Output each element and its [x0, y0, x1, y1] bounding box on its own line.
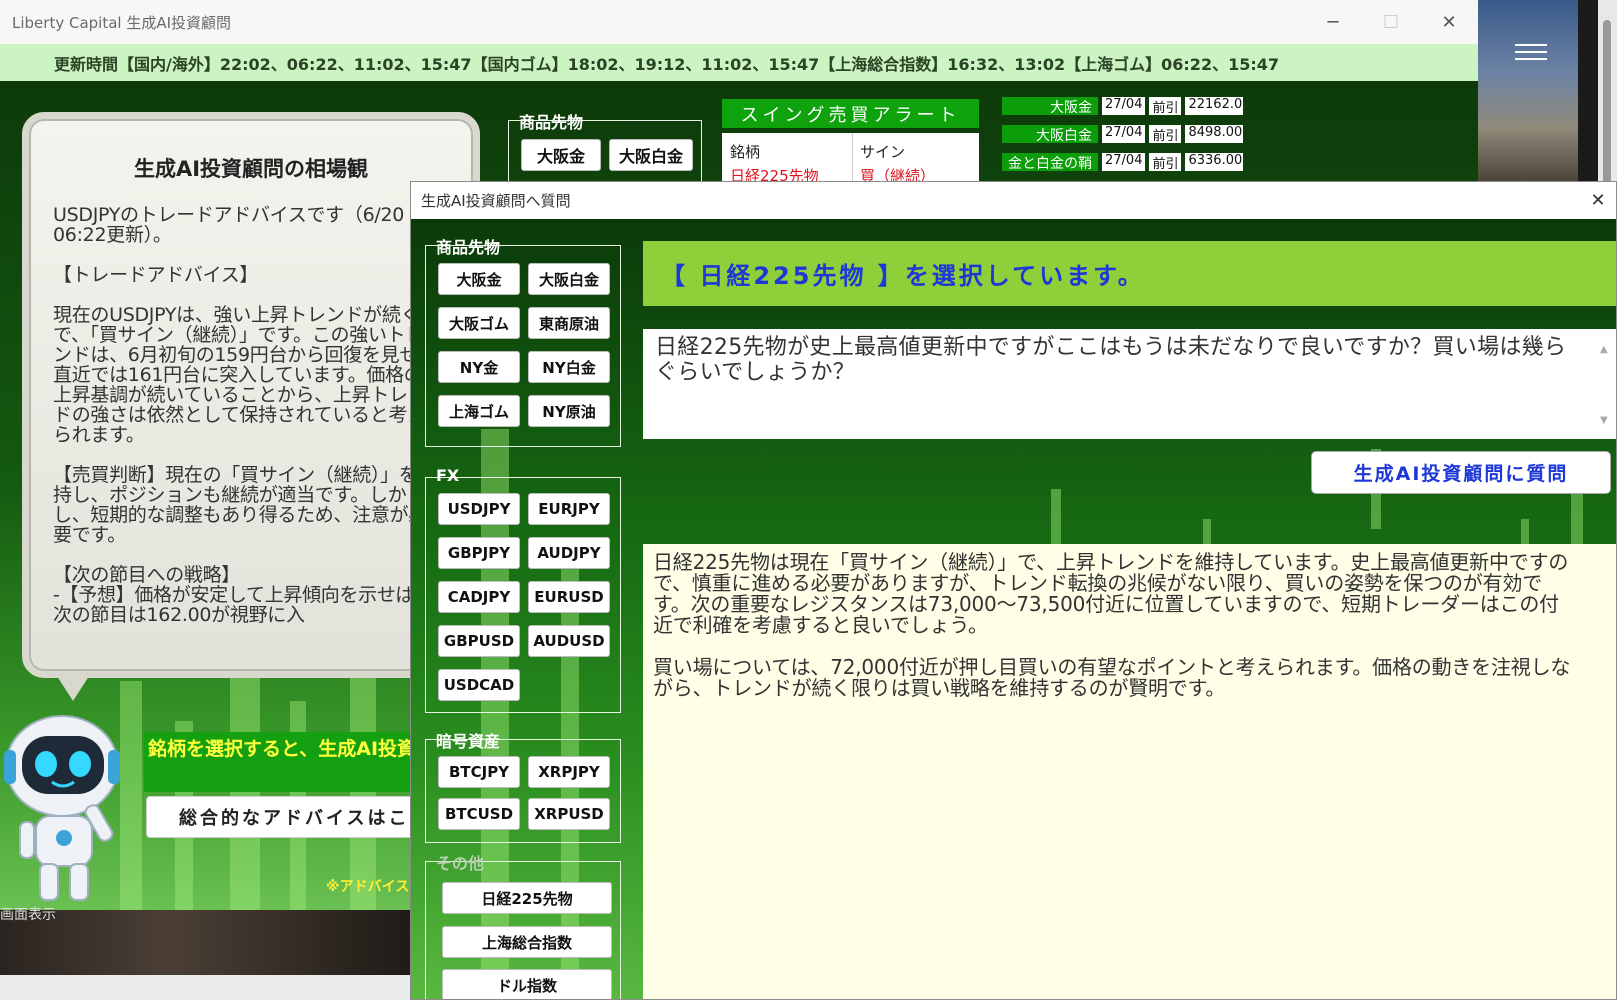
btn-osaka-gold[interactable]: 大阪金	[438, 263, 520, 295]
btn-shanghai-rubber[interactable]: 上海ゴム	[438, 395, 520, 427]
robot-mascot-icon	[4, 715, 120, 901]
question-dialog: 生成AI投資顧問へ質問 ✕ 商品先物 大阪金 大阪白金 大阪ゴム 東商原油 NY…	[410, 181, 1617, 1000]
answer-output[interactable]: 日経225先物は現在「買サイン（継続）」で、上昇トレンドを維持しています。史上最…	[643, 544, 1616, 999]
btn-audusd[interactable]: AUDUSD	[528, 625, 610, 657]
price-date: 27/04	[1102, 125, 1146, 143]
bottom-photo	[0, 910, 420, 975]
symbol-selector: 商品先物 大阪金 大阪白金 大阪ゴム 東商原油 NY金 NY白金 上海ゴム NY…	[425, 238, 635, 999]
btn-eurjpy[interactable]: EURJPY	[528, 493, 610, 525]
scroll-up-icon[interactable]: ▲	[1600, 337, 1612, 362]
advice-notice: 銘柄を選択すると、生成AI投資顧問からのアドバイスが表示されます。	[144, 732, 414, 792]
price-tag: 前引	[1149, 97, 1182, 116]
btn-shanghai-composite[interactable]: 上海総合指数	[442, 926, 612, 958]
dialog-title: 生成AI投資顧問へ質問	[421, 192, 571, 210]
maximize-button[interactable]: ☐	[1362, 0, 1420, 44]
btn-tocom-crude[interactable]: 東商原油	[528, 307, 610, 339]
crypto-group-label: 暗号資産	[436, 732, 501, 751]
main-commodity-label: 商品先物	[519, 113, 584, 132]
swing-column-divider	[852, 133, 853, 183]
window-controls: ─ ☐ ✕	[1304, 0, 1478, 44]
btn-ny-crude[interactable]: NY原油	[528, 395, 610, 427]
swing-alert-table: 銘柄 サイン 日経225先物 買（継続）	[722, 133, 979, 185]
other-group-label: その他	[436, 854, 485, 873]
minimize-button[interactable]: ─	[1304, 0, 1362, 44]
update-time-bar: 更新時間【国内/海外】22:02、06:22、11:02、15:47【国内ゴム】…	[0, 44, 1478, 81]
commodity-group: 商品先物 大阪金 大阪白金 大阪ゴム 東商原油 NY金 NY白金 上海ゴム NY…	[425, 238, 621, 447]
price-name: 大阪金	[1002, 97, 1098, 116]
main-btn-osaka-platinum[interactable]: 大阪白金	[609, 139, 693, 171]
btn-btcjpy[interactable]: BTCJPY	[438, 756, 520, 788]
price-row: 大阪白金 27/04 前引 8498.00	[1002, 125, 1244, 144]
overall-advice-button[interactable]: 総合的なアドバイスはこちら	[146, 796, 416, 838]
btn-nikkei225-futures[interactable]: 日経225先物	[442, 882, 612, 914]
price-tag: 前引	[1149, 125, 1182, 144]
question-scrollbar[interactable]: ▲ ▼	[1600, 337, 1612, 433]
side-photo	[1478, 0, 1578, 182]
btn-gbpjpy[interactable]: GBPJPY	[438, 537, 520, 569]
price-row: 金と白金の鞘 27/04 前引 6336.00	[1002, 153, 1244, 172]
main-btn-osaka-gold[interactable]: 大阪金	[521, 139, 601, 171]
price-tag: 前引	[1149, 153, 1182, 172]
ask-advisor-button[interactable]: 生成AI投資顧問に質問	[1311, 451, 1611, 494]
price-date: 27/04	[1102, 97, 1146, 115]
btn-ny-platinum[interactable]: NY白金	[528, 351, 610, 383]
main-commodity-group: 商品先物 大阪金 大阪白金	[508, 113, 702, 182]
screen-display-label: 画面表示	[0, 907, 56, 923]
window-title: Liberty Capital 生成AI投資顧問	[12, 13, 232, 32]
fx-group-label: FX	[436, 466, 460, 485]
dialog-body: 商品先物 大阪金 大阪白金 大阪ゴム 東商原油 NY金 NY白金 上海ゴム NY…	[411, 219, 1616, 999]
other-group: その他 日経225先物 上海総合指数 ドル指数	[425, 854, 621, 999]
swing-alert-title: スイング売買アラート	[722, 99, 979, 128]
price-row: 大阪金 27/04 前引 22162.0	[1002, 97, 1244, 116]
bubble-tail	[55, 673, 91, 701]
opinion-text[interactable]: USDJPYのトレードアドバイスです（6/20 06:22更新）。 【トレードア…	[53, 205, 438, 655]
dialog-close-button[interactable]: ✕	[1580, 182, 1616, 219]
dialog-title-bar: 生成AI投資顧問へ質問	[411, 182, 1616, 219]
selected-symbol-banner: 【 日経225先物 】を選択しています。	[643, 241, 1616, 306]
price-name: 金と白金の鞘	[1002, 153, 1098, 172]
btn-audjpy[interactable]: AUDJPY	[528, 537, 610, 569]
btn-btcusd[interactable]: BTCUSD	[438, 798, 520, 830]
question-input[interactable]: 日経225先物が史上最高値更新中ですがここはもうは未だなりで良いですか？買い場は…	[643, 329, 1616, 439]
btn-xrpusd[interactable]: XRPUSD	[528, 798, 610, 830]
price-value: 8498.00	[1185, 125, 1244, 143]
btn-eurusd[interactable]: EURUSD	[528, 581, 610, 613]
fx-group: FX USDJPY EURJPY GBPJPY AUDJPY CADJPY EU…	[425, 466, 621, 713]
commodity-group-label: 商品先物	[436, 238, 501, 257]
btn-usdcad[interactable]: USDCAD	[438, 669, 520, 701]
btn-gbpusd[interactable]: GBPUSD	[438, 625, 520, 657]
crypto-group: 暗号資産 BTCJPY XRPJPY BTCUSD XRPUSD	[425, 732, 621, 843]
price-name: 大阪白金	[1002, 125, 1098, 144]
close-button[interactable]: ✕	[1420, 0, 1478, 44]
btn-osaka-platinum[interactable]: 大阪白金	[528, 263, 610, 295]
price-value: 6336.00	[1185, 153, 1244, 171]
btn-xrpjpy[interactable]: XRPJPY	[528, 756, 610, 788]
hamburger-menu-icon[interactable]	[1515, 44, 1547, 64]
opinion-title: 生成AI投資顧問の相場観	[133, 157, 369, 181]
decorative-candle	[1051, 489, 1061, 549]
advice-note: ※アドバイス	[326, 879, 410, 895]
btn-osaka-rubber[interactable]: 大阪ゴム	[438, 307, 520, 339]
swing-col-symbol: 銘柄	[730, 143, 761, 161]
btn-ny-gold[interactable]: NY金	[438, 351, 520, 383]
question-text: 日経225先物が史上最高値更新中ですがここはもうは未だなりで良いですか？買い場は…	[655, 335, 1567, 385]
btn-cadjpy[interactable]: CADJPY	[438, 581, 520, 613]
btn-usdjpy[interactable]: USDJPY	[438, 493, 520, 525]
price-value: 22162.0	[1185, 97, 1244, 115]
price-date: 27/04	[1102, 153, 1146, 171]
btn-dollar-index[interactable]: ドル指数	[442, 969, 612, 999]
swing-col-sign: サイン	[860, 143, 906, 161]
title-bar: Liberty Capital 生成AI投資顧問 ─ ☐ ✕	[0, 0, 1478, 44]
scroll-down-icon[interactable]: ▼	[1600, 408, 1608, 433]
